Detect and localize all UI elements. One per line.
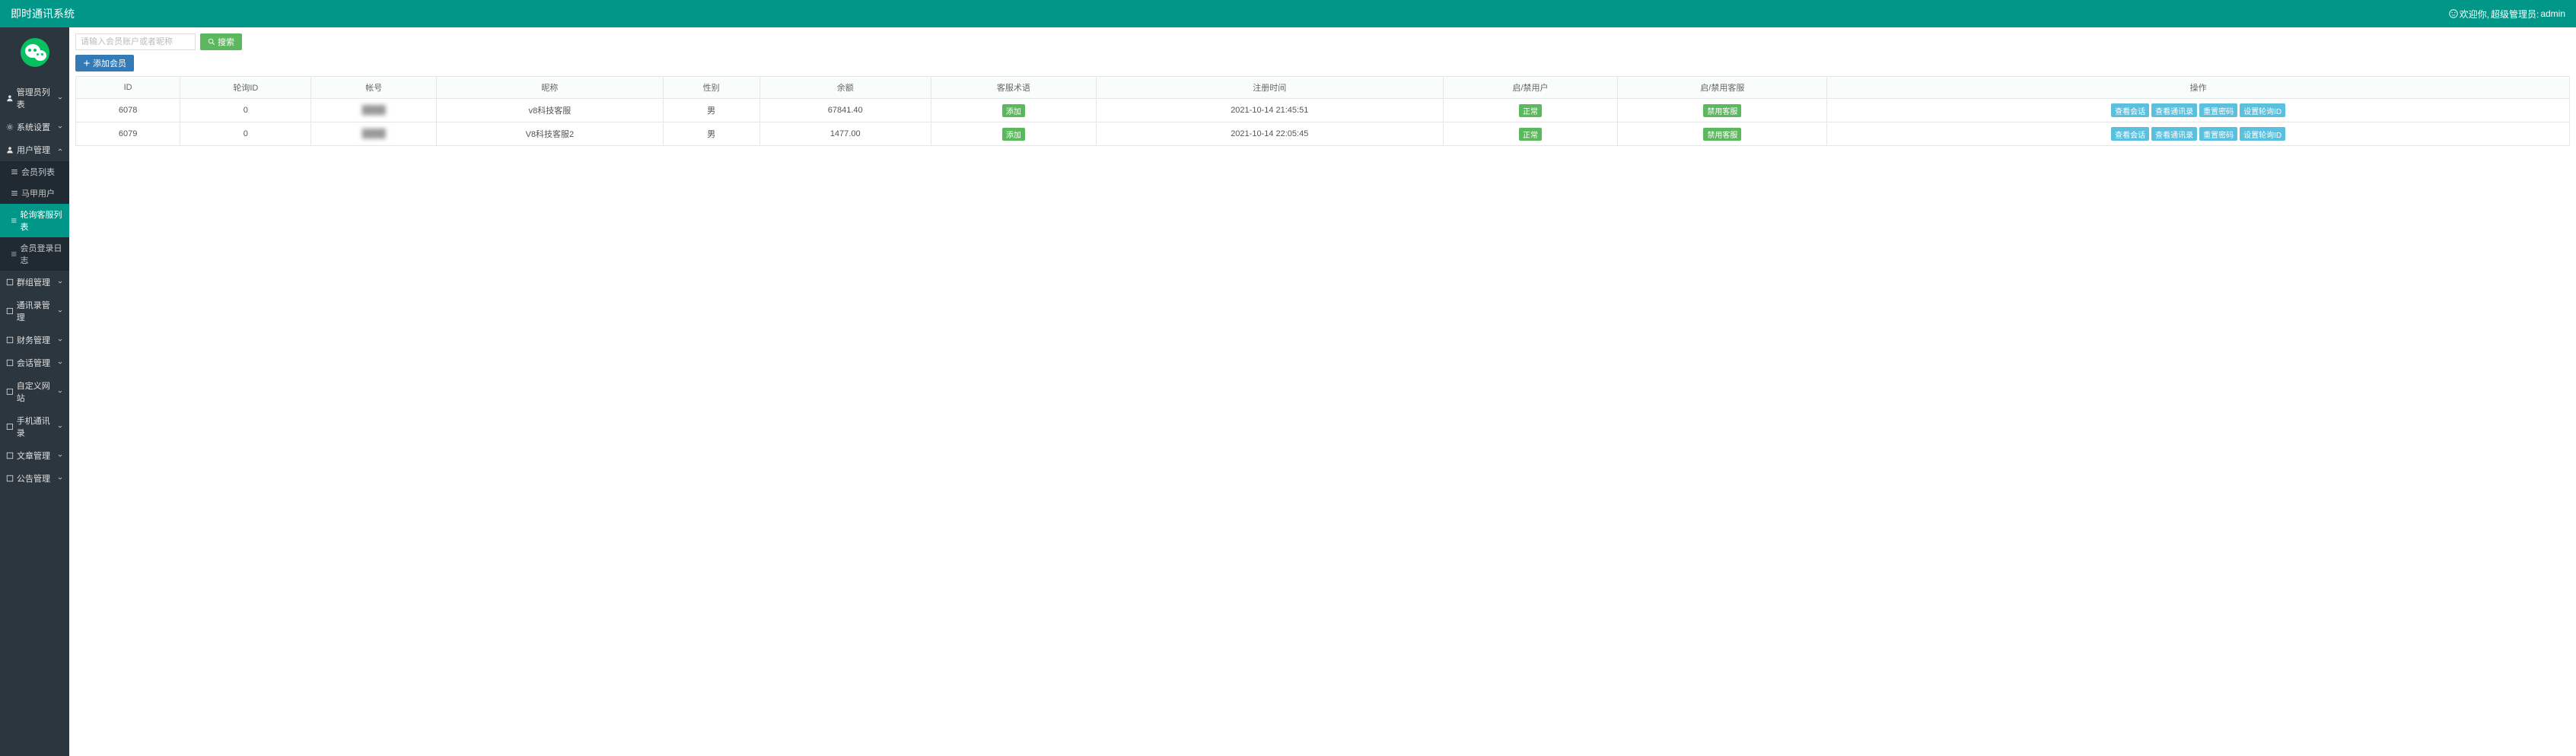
- search-button[interactable]: 搜索: [200, 33, 242, 50]
- logo: [0, 27, 69, 81]
- table-row: 60790████V8科技客服2男1477.00添加2021-10-14 22:…: [76, 122, 2570, 146]
- op-button-0[interactable]: 查看会话: [2111, 103, 2149, 117]
- smile-icon: [2449, 9, 2458, 18]
- search-input[interactable]: [75, 33, 196, 50]
- table-header: ID: [76, 77, 180, 99]
- menu-item-2[interactable]: 用户管理: [0, 138, 69, 161]
- menu-item-8[interactable]: 手机通讯录: [0, 409, 69, 444]
- submenu-item-2-3[interactable]: 会员登录日志: [0, 237, 69, 271]
- op-button-2[interactable]: 重置密码: [2199, 103, 2237, 117]
- table-header: 轮询ID: [180, 77, 311, 99]
- toolbar: 搜索: [75, 33, 2570, 50]
- table-row: 60780████v8科技客服男67841.40添加2021-10-14 21:…: [76, 99, 2570, 122]
- op-button-1[interactable]: 查看通讯录: [2151, 127, 2197, 141]
- menu-item-5[interactable]: 财务管理: [0, 329, 69, 351]
- table-header: 操作: [1827, 77, 2570, 99]
- table-header: 昵称: [437, 77, 664, 99]
- header: 即时通讯系统 欢迎你,超级管理员:admin: [0, 0, 2576, 27]
- submenu-item-2-2[interactable]: 轮询客服列表: [0, 204, 69, 237]
- table-header: 客服术语: [931, 77, 1096, 99]
- op-button-0[interactable]: 查看会话: [2111, 127, 2149, 141]
- menu-item-0[interactable]: 管理员列表: [0, 81, 69, 116]
- app-title: 即时通讯系统: [11, 6, 75, 21]
- op-button-3[interactable]: 设置轮询ID: [2240, 127, 2285, 141]
- sidebar: 管理员列表系统设置用户管理会员列表马甲用户轮询客服列表会员登录日志群组管理通讯录…: [0, 27, 69, 756]
- submenu-item-2-0[interactable]: 会员列表: [0, 161, 69, 183]
- op-button-2[interactable]: 重置密码: [2199, 127, 2237, 141]
- table-header: 性别: [663, 77, 759, 99]
- menu-item-9[interactable]: 文章管理: [0, 444, 69, 467]
- table-header: 启/禁用客服: [1618, 77, 1827, 99]
- add-member-button[interactable]: 添加会员: [75, 55, 134, 71]
- table-header: 余额: [759, 77, 931, 99]
- menu-item-10[interactable]: 公告管理: [0, 467, 69, 490]
- menu-item-3[interactable]: 群组管理: [0, 271, 69, 294]
- plus-icon: [83, 59, 91, 67]
- table-header: 注册时间: [1096, 77, 1443, 99]
- op-button-1[interactable]: 查看通讯录: [2151, 103, 2197, 117]
- submenu-item-2-1[interactable]: 马甲用户: [0, 183, 69, 204]
- table-header: 启/禁用户: [1443, 77, 1618, 99]
- search-icon: [208, 38, 215, 46]
- members-table: ID轮询ID帐号昵称性别余额客服术语注册时间启/禁用户启/禁用客服操作 6078…: [75, 76, 2570, 146]
- main-content: 搜索 添加会员 ID轮询ID帐号昵称性别余额客服术语注册时间启/禁用户启/禁用客…: [69, 27, 2576, 756]
- table-header: 帐号: [311, 77, 437, 99]
- header-user: 欢迎你,超级管理员:admin: [2449, 8, 2565, 21]
- menu-item-1[interactable]: 系统设置: [0, 116, 69, 138]
- menu-item-7[interactable]: 自定义网站: [0, 374, 69, 409]
- op-button-3[interactable]: 设置轮询ID: [2240, 103, 2285, 117]
- menu-item-4[interactable]: 通讯录管理: [0, 294, 69, 329]
- menu-item-6[interactable]: 会话管理: [0, 351, 69, 374]
